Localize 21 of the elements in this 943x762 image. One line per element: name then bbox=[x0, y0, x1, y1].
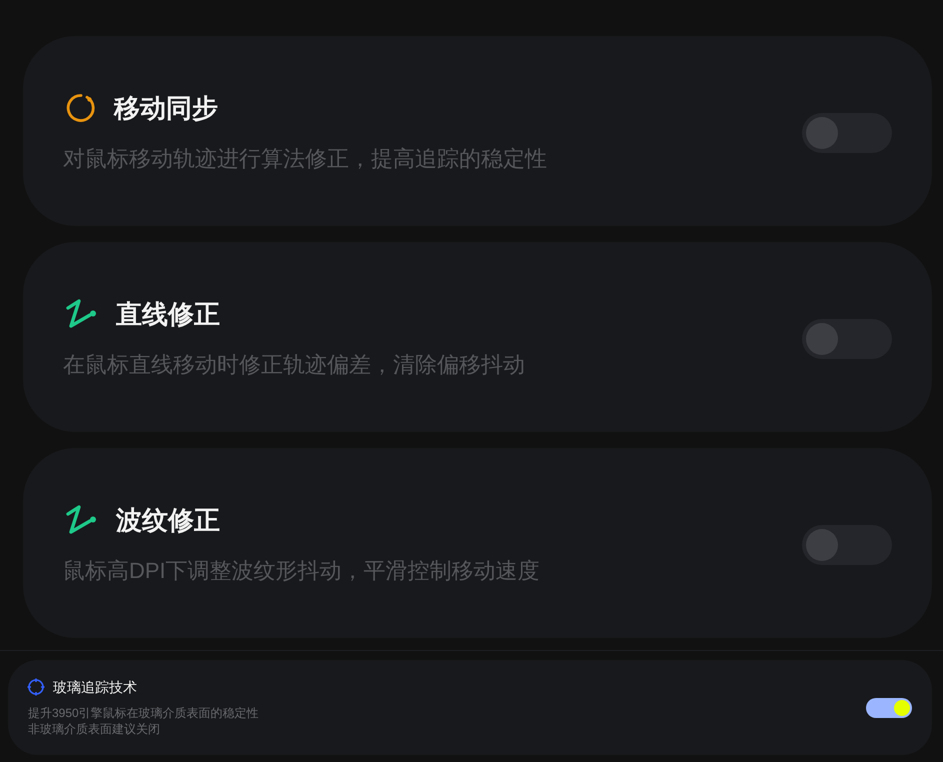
zigzag-icon bbox=[66, 299, 98, 329]
setting-description: 在鼠标直线移动时修正轨迹偏差，清除偏移抖动 bbox=[63, 351, 525, 379]
setting-title: 直线修正 bbox=[116, 298, 220, 331]
toggle-knob bbox=[806, 117, 838, 149]
setting-title: 波纹修正 bbox=[116, 504, 220, 537]
toggle-knob bbox=[806, 529, 838, 561]
toggle-switch[interactable] bbox=[802, 113, 892, 153]
setting-description: 提升3950引擎鼠标在玻璃介质表面的稳定性 bbox=[28, 705, 259, 721]
setting-title: 移动同步 bbox=[114, 92, 218, 125]
toggle-switch[interactable] bbox=[866, 698, 912, 718]
toggle-knob bbox=[894, 700, 910, 716]
toggle-knob bbox=[806, 323, 838, 355]
zigzag-icon bbox=[66, 505, 98, 535]
crosshair-icon bbox=[27, 678, 45, 696]
setting-description: 非玻璃介质表面建议关闭 bbox=[28, 721, 161, 737]
toggle-switch[interactable] bbox=[802, 525, 892, 565]
toggle-switch[interactable] bbox=[802, 319, 892, 359]
setting-description: 鼠标高DPI下调整波纹形抖动，平滑控制移动速度 bbox=[63, 557, 540, 585]
setting-title: 玻璃追踪技术 bbox=[53, 678, 137, 696]
ring-icon bbox=[66, 93, 96, 123]
setting-description: 对鼠标移动轨迹进行算法修正，提高追踪的稳定性 bbox=[63, 145, 547, 173]
